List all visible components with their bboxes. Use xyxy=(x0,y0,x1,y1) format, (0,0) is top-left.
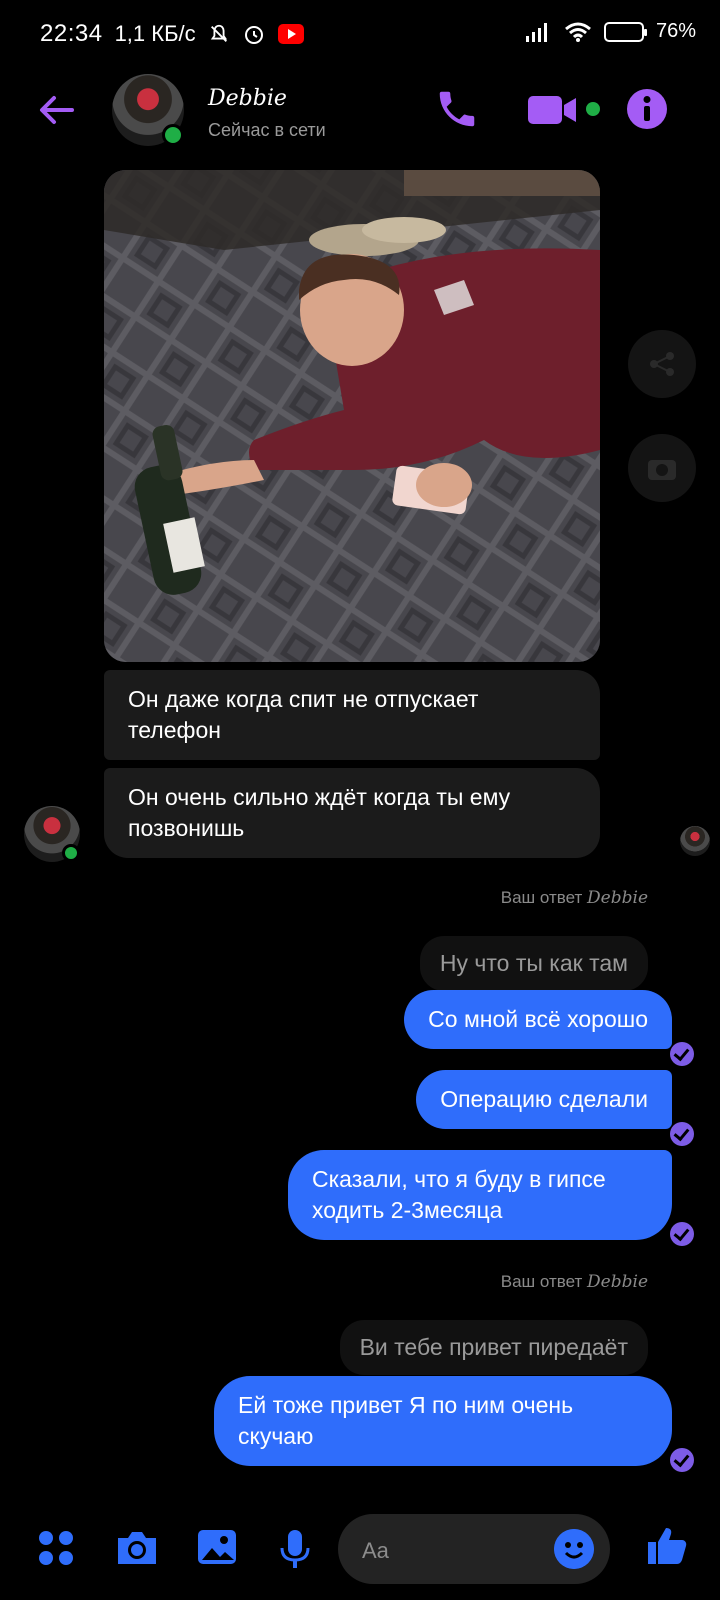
info-icon[interactable] xyxy=(626,88,668,130)
quoted-message[interactable]: Ви тебе привет пиредаёт xyxy=(339,1320,648,1375)
delivered-check-icon xyxy=(670,1222,694,1246)
message-input[interactable]: Aa xyxy=(338,1514,610,1584)
status-time: 22:34 xyxy=(40,20,103,47)
battery-percent: 76% xyxy=(655,20,696,42)
reply-label-name: Debbie xyxy=(587,1272,648,1292)
emoji-icon[interactable] xyxy=(554,1529,594,1569)
contact-status: Сейчас в сети xyxy=(208,120,326,140)
photo-message[interactable] xyxy=(104,170,600,662)
bell-muted-icon xyxy=(210,24,227,42)
share-button[interactable] xyxy=(628,330,696,398)
network-speed: 1,1 КБ/с xyxy=(114,21,196,46)
alarm-icon xyxy=(244,26,263,44)
wifi-icon xyxy=(565,22,591,42)
reply-label-text: Ваш ответ xyxy=(500,1272,583,1291)
chat-header: Debbie Сейчас в сети xyxy=(0,68,720,158)
seen-avatar xyxy=(680,826,710,856)
video-call-icon[interactable] xyxy=(528,94,578,126)
reply-label-name: Debbie xyxy=(587,888,648,908)
outgoing-message[interactable]: Ей тоже привет Я по ним очень скучаю xyxy=(214,1376,672,1466)
delivered-check-icon xyxy=(670,1448,694,1472)
incoming-message[interactable]: Он очень сильно ждёт когда ты ему позвон… xyxy=(104,768,600,858)
phone-icon[interactable] xyxy=(434,86,480,132)
message-input-placeholder: Aa xyxy=(362,1538,389,1563)
status-bar: 22:34 1,1 КБ/с 76% xyxy=(0,0,720,62)
delivered-check-icon xyxy=(670,1122,694,1146)
contact-name[interactable]: Debbie xyxy=(208,86,287,111)
reply-label: Ваш ответ Debbie xyxy=(501,1272,648,1292)
quoted-message[interactable]: Ну что ты как там xyxy=(419,936,648,991)
reply-label: Ваш ответ Debbie xyxy=(501,888,648,908)
delivered-check-icon xyxy=(670,1042,694,1066)
youtube-icon xyxy=(277,24,304,44)
reply-label-text: Ваш ответ xyxy=(500,888,583,907)
camera-icon[interactable] xyxy=(114,1528,160,1568)
photo-image xyxy=(104,170,600,662)
apps-menu-icon[interactable] xyxy=(36,1528,76,1568)
thumbs-up-icon[interactable] xyxy=(646,1524,690,1568)
outgoing-message[interactable]: Операцию сделали xyxy=(416,1070,672,1129)
microphone-icon[interactable] xyxy=(278,1528,312,1572)
outgoing-message[interactable]: Со мной всё хорошо xyxy=(404,990,672,1049)
incoming-message[interactable]: Он даже когда спит не отпускает телефон xyxy=(104,670,600,760)
battery-icon xyxy=(603,21,647,42)
online-indicator xyxy=(62,844,80,862)
outgoing-message[interactable]: Сказали, что я буду в гипсе ходить 2-3ме… xyxy=(288,1150,672,1240)
camera-icon xyxy=(648,460,676,480)
save-photo-button[interactable] xyxy=(628,434,696,502)
composer-bar: Aa xyxy=(0,1500,720,1600)
signal-icon xyxy=(525,22,547,42)
online-indicator xyxy=(162,124,184,146)
share-icon xyxy=(650,352,674,376)
video-online-dot xyxy=(586,102,600,116)
back-arrow-icon[interactable] xyxy=(36,90,76,130)
gallery-icon[interactable] xyxy=(196,1528,238,1568)
